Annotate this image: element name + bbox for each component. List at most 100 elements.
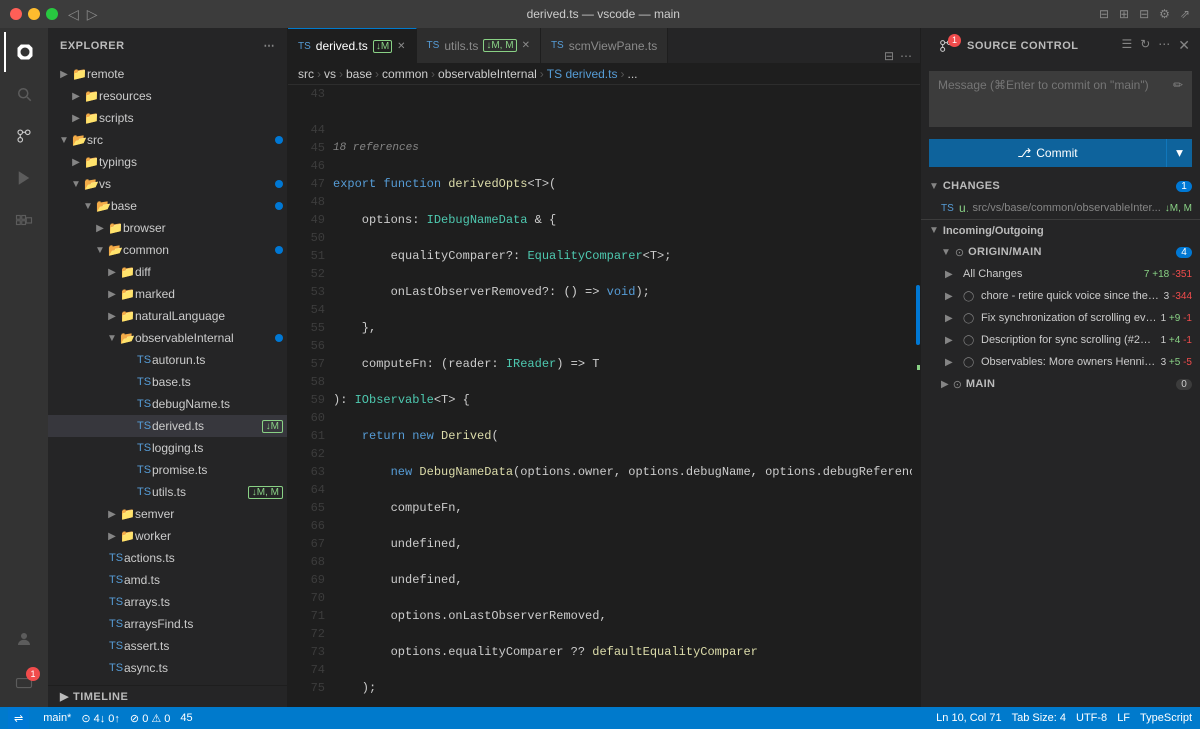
breadcrumb-src[interactable]: src: [298, 67, 314, 81]
sidebar-item-observable-internal[interactable]: ▼ 📂 observableInternal: [48, 327, 287, 349]
activity-scm[interactable]: [4, 116, 44, 156]
breadcrumb-vs[interactable]: vs: [324, 67, 336, 81]
sidebar-item-debugname[interactable]: TS debugName.ts: [48, 393, 287, 415]
split-icon[interactable]: ⊞: [1119, 7, 1129, 21]
branch-icon: ⎇: [1017, 146, 1031, 160]
cursor-position[interactable]: Ln 10, Col 71: [936, 712, 1001, 724]
folder-icon: 📁: [84, 155, 99, 169]
sidebar-item-vs[interactable]: ▼ 📂 vs: [48, 173, 287, 195]
changed-file-path: src/vs/base/common/observableInter...: [972, 202, 1160, 214]
all-changes-label: All Changes: [963, 268, 1140, 280]
tab-scm-view-pane[interactable]: TS scmViewPane.ts: [541, 28, 668, 63]
sidebar-item-common[interactable]: ▼ 📂 common: [48, 239, 287, 261]
sync-status[interactable]: ⊙ 4↓ 0↑: [81, 712, 120, 725]
commit-chore[interactable]: ▶ ◯ chore - retire quick voice since the…: [921, 285, 1200, 307]
sidebar-item-resources[interactable]: ▶ 📁 resources: [48, 85, 287, 107]
sidebar-item-diff[interactable]: ▶ 📁 diff: [48, 261, 287, 283]
sidebar-item-utils[interactable]: TS utils.ts ↓M, M: [48, 481, 287, 503]
commit-description[interactable]: ▶ ◯ Description for sync scrolling (#209…: [921, 329, 1200, 351]
description-label: Description for sync scrolling (#2090...: [981, 334, 1157, 346]
sidebar-item-assert[interactable]: TS assert.ts: [48, 635, 287, 657]
encoding[interactable]: UTF-8: [1076, 712, 1107, 724]
sidebar-item-base-ts[interactable]: TS base.ts: [48, 371, 287, 393]
activity-debug[interactable]: [4, 158, 44, 198]
sidebar-item-arrays[interactable]: TS arrays.ts: [48, 591, 287, 613]
activity-extensions[interactable]: [4, 200, 44, 240]
sidebar-item-async[interactable]: TS async.ts: [48, 657, 287, 679]
sidebar-item-worker[interactable]: ▶ 📁 worker: [48, 525, 287, 547]
section-arrow-icon: ▼: [941, 247, 951, 258]
branch-status[interactable]: main*: [43, 712, 71, 724]
breadcrumb-more[interactable]: ...: [627, 67, 637, 81]
activity-explorer[interactable]: [4, 32, 44, 72]
sidebar-item-arrays-find[interactable]: TS arraysFind.ts: [48, 613, 287, 635]
changes-section-header[interactable]: ▼ Changes 1: [921, 175, 1200, 197]
sidebar-item-marked[interactable]: ▶ 📁 marked: [48, 283, 287, 305]
all-changes-item[interactable]: ▶ All Changes 7 +18 -351: [921, 263, 1200, 285]
code-content[interactable]: 18 references export function derivedOpt…: [333, 85, 912, 707]
split-editor-icon[interactable]: ⊟: [884, 49, 894, 63]
more-tabs-icon[interactable]: ⋯: [900, 49, 912, 63]
scm-refresh-icon[interactable]: ↻: [1140, 37, 1150, 54]
breadcrumb-derived[interactable]: TS derived.ts: [547, 67, 618, 81]
sidebar-item-browser[interactable]: ▶ 📁 browser: [48, 217, 287, 239]
scm-changed-file-utils[interactable]: TS utils.ts src/vs/base/common/observabl…: [921, 197, 1200, 219]
info-count[interactable]: 45: [180, 712, 192, 724]
new-file-icon[interactable]: ⋯: [264, 39, 276, 52]
sidebar-item-src[interactable]: ▼ 📂 src: [48, 129, 287, 151]
scm-list-icon[interactable]: ☰: [1121, 37, 1132, 54]
timeline-header[interactable]: ▶ TIMELINE: [48, 685, 287, 707]
main-section-header[interactable]: ▶ ⊙ main 0: [921, 373, 1200, 395]
sidebar-item-amd[interactable]: TS amd.ts: [48, 569, 287, 591]
sidebar-item-remote[interactable]: ▶ 📁 remote: [48, 63, 287, 85]
activity-account[interactable]: [4, 619, 44, 659]
maximize-window-button[interactable]: [46, 8, 58, 20]
activity-search[interactable]: [4, 74, 44, 114]
language-mode[interactable]: TypeScript: [1140, 712, 1192, 724]
scm-close-button[interactable]: ✕: [1178, 37, 1190, 54]
external-icon[interactable]: ⇗: [1180, 7, 1190, 21]
forward-icon[interactable]: ▷: [87, 6, 98, 23]
sidebar-item-actions[interactable]: TS actions.ts: [48, 547, 287, 569]
sidebar-item-autorun[interactable]: TS autorun.ts: [48, 349, 287, 371]
scrollbar-thumb[interactable]: [916, 285, 920, 345]
commit-button[interactable]: ⎇ Commit: [929, 139, 1166, 167]
remote-icon[interactable]: ⇌: [8, 707, 29, 729]
sidebar-item-natural-language[interactable]: ▶ 📁 naturalLanguage: [48, 305, 287, 327]
grid-icon[interactable]: ⊟: [1139, 7, 1149, 21]
tab-size[interactable]: Tab Size: 4: [1012, 712, 1066, 724]
sidebar-item-promise[interactable]: TS promise.ts: [48, 459, 287, 481]
back-icon[interactable]: ◁: [68, 6, 79, 23]
tab-utils[interactable]: TS utils.ts ↓M, M ✕: [417, 28, 541, 63]
tab-close-icon[interactable]: ✕: [522, 40, 530, 51]
commit-observables[interactable]: ▶ ◯ Observables: More owners Henning ...…: [921, 351, 1200, 373]
folder-icon: 📂: [120, 331, 135, 345]
breadcrumb-observable[interactable]: observableInternal: [438, 67, 537, 81]
commit-message-input[interactable]: [938, 78, 1169, 120]
commit-dropdown-button[interactable]: ▾: [1166, 139, 1192, 167]
breadcrumb-common[interactable]: common: [382, 67, 428, 81]
minimize-window-button[interactable]: [28, 8, 40, 20]
sidebar-item-derived[interactable]: TS derived.ts ↓M: [48, 415, 287, 437]
sidebar-item-base[interactable]: ▼ 📂 base: [48, 195, 287, 217]
sidebar-item-scripts[interactable]: ▶ 📁 scripts: [48, 107, 287, 129]
sidebar-item-typings[interactable]: ▶ 📁 typings: [48, 151, 287, 173]
tab-close-icon[interactable]: ✕: [397, 41, 405, 52]
close-window-button[interactable]: [10, 8, 22, 20]
arrow-icon: ▼: [92, 245, 108, 256]
layout-icon[interactable]: ⊟: [1099, 7, 1109, 21]
scm-message-box[interactable]: ✏: [929, 71, 1192, 127]
changed-file-name: utils.ts: [959, 201, 968, 215]
mod-badge: ↓M: [262, 420, 283, 433]
origin-main-header[interactable]: ▼ ⊙ origin/main 4: [921, 241, 1200, 263]
sidebar-item-semver[interactable]: ▶ 📁 semver: [48, 503, 287, 525]
commit-fix-sync[interactable]: ▶ ◯ Fix synchronization of scrolling eve…: [921, 307, 1200, 329]
scm-more-icon[interactable]: ⋯: [1158, 37, 1170, 54]
incoming-outgoing-header[interactable]: ▼ Incoming/Outgoing: [921, 219, 1200, 241]
sidebar-item-logging[interactable]: TS logging.ts: [48, 437, 287, 459]
tab-derived[interactable]: TS derived.ts ↓M ✕: [288, 28, 417, 63]
eol[interactable]: LF: [1117, 712, 1130, 724]
activity-remote[interactable]: 1: [4, 663, 44, 703]
breadcrumb-base[interactable]: base: [346, 67, 372, 81]
settings-icon[interactable]: ⚙: [1159, 7, 1170, 21]
